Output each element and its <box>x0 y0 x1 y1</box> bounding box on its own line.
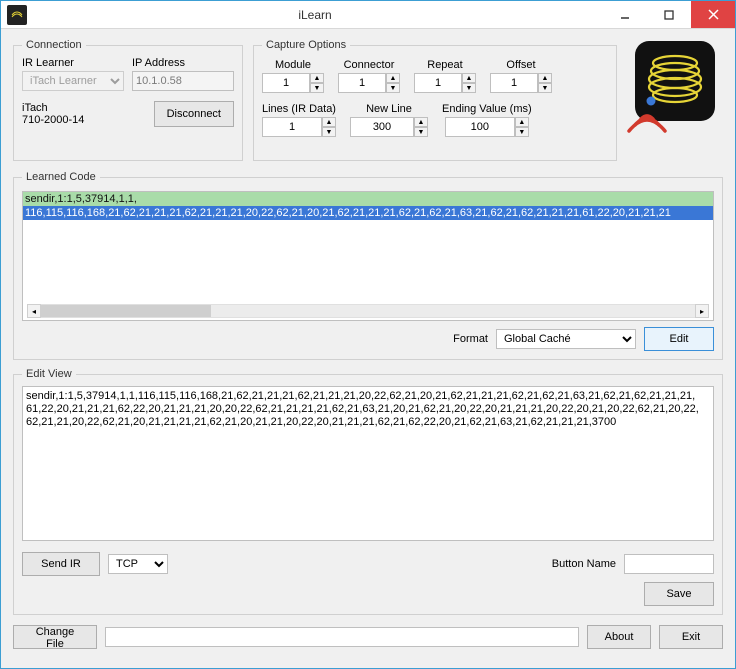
title-bar: iLearn <box>1 1 735 29</box>
chevron-down-icon[interactable]: ▼ <box>322 127 336 137</box>
window-buttons <box>603 1 735 28</box>
chevron-down-icon[interactable]: ▼ <box>310 83 324 93</box>
scroll-right-icon[interactable]: ▸ <box>695 304 709 318</box>
button-name-label: Button Name <box>552 558 616 570</box>
lines-stepper[interactable]: ▲▼ <box>262 117 336 137</box>
change-file-button[interactable]: Change File <box>13 625 97 649</box>
connection-legend: Connection <box>22 39 86 51</box>
edit-view-legend: Edit View <box>22 368 76 380</box>
chevron-up-icon[interactable]: ▲ <box>515 117 529 127</box>
ir-learner-label: IR Learner <box>22 57 124 69</box>
module-stepper[interactable]: ▲▼ <box>262 73 324 93</box>
save-button[interactable]: Save <box>644 582 714 606</box>
repeat-label: Repeat <box>427 59 462 71</box>
button-name-field[interactable] <box>624 554 714 574</box>
chevron-down-icon[interactable]: ▼ <box>538 83 552 93</box>
chevron-down-icon[interactable]: ▼ <box>515 127 529 137</box>
about-button[interactable]: About <box>587 625 651 649</box>
brand-logo <box>627 39 723 135</box>
learned-code-line-2[interactable]: 116,115,116,168,21,62,21,21,21,62,21,21,… <box>23 206 713 220</box>
device-serial: 710-2000-14 <box>22 114 84 126</box>
learned-code-legend: Learned Code <box>22 171 100 183</box>
format-label: Format <box>453 333 488 345</box>
scroll-left-icon[interactable]: ◂ <box>27 304 41 318</box>
chevron-down-icon[interactable]: ▼ <box>414 127 428 137</box>
maximize-button[interactable] <box>647 1 691 28</box>
repeat-stepper[interactable]: ▲▼ <box>414 73 476 93</box>
learned-code-group: Learned Code sendir,1:1,5,37914,1,1, 116… <box>13 171 723 360</box>
client-area: Connection IR Learner iTach Learner IP A… <box>1 29 735 668</box>
newline-stepper[interactable]: ▲▼ <box>350 117 428 137</box>
connector-stepper[interactable]: ▲▼ <box>338 73 400 93</box>
chevron-up-icon[interactable]: ▲ <box>322 117 336 127</box>
chevron-up-icon[interactable]: ▲ <box>414 117 428 127</box>
chevron-up-icon[interactable]: ▲ <box>538 73 552 83</box>
app-window: iLearn Connection IR Learner iTach <box>0 0 736 669</box>
format-select[interactable]: Global Caché <box>496 329 636 349</box>
close-button[interactable] <box>691 1 735 28</box>
chevron-up-icon[interactable]: ▲ <box>310 73 324 83</box>
exit-button[interactable]: Exit <box>659 625 723 649</box>
chevron-down-icon[interactable]: ▼ <box>462 83 476 93</box>
chevron-down-icon[interactable]: ▼ <box>386 83 400 93</box>
ip-address-field[interactable] <box>132 71 234 91</box>
disconnect-button[interactable]: Disconnect <box>154 101 234 127</box>
horizontal-scrollbar[interactable]: ◂ ▸ <box>27 304 709 318</box>
offset-label: Offset <box>506 59 535 71</box>
newline-label: New Line <box>366 103 412 115</box>
learned-code-box[interactable]: sendir,1:1,5,37914,1,1, 116,115,116,168,… <box>22 191 714 321</box>
ir-learner-select[interactable]: iTach Learner <box>22 71 124 91</box>
lines-label: Lines (IR Data) <box>262 103 336 115</box>
connection-group: Connection IR Learner iTach Learner IP A… <box>13 39 243 161</box>
send-ir-button[interactable]: Send IR <box>22 552 100 576</box>
offset-stepper[interactable]: ▲▼ <box>490 73 552 93</box>
module-label: Module <box>275 59 311 71</box>
app-icon <box>7 5 27 25</box>
ending-label: Ending Value (ms) <box>442 103 532 115</box>
edit-button[interactable]: Edit <box>644 327 714 351</box>
edit-view-textarea[interactable]: sendir,1:1,5,37914,1,1,116,115,116,168,2… <box>22 386 714 541</box>
minimize-button[interactable] <box>603 1 647 28</box>
ending-stepper[interactable]: ▲▼ <box>445 117 529 137</box>
chevron-up-icon[interactable]: ▲ <box>462 73 476 83</box>
scroll-track[interactable] <box>41 304 695 318</box>
learned-code-line-1[interactable]: sendir,1:1,5,37914,1,1, <box>23 192 713 206</box>
ip-address-label: IP Address <box>132 57 234 69</box>
protocol-select[interactable]: TCP <box>108 554 168 574</box>
capture-options-group: Capture Options Module ▲▼ Connector ▲▼ R… <box>253 39 617 161</box>
edit-view-group: Edit View sendir,1:1,5,37914,1,1,116,115… <box>13 368 723 615</box>
connector-label: Connector <box>344 59 395 71</box>
file-path-field[interactable] <box>105 627 579 647</box>
device-info: iTach 710-2000-14 <box>22 102 84 126</box>
device-name: iTach <box>22 102 84 114</box>
capture-options-legend: Capture Options <box>262 39 350 51</box>
scroll-thumb[interactable] <box>41 305 211 317</box>
chevron-up-icon[interactable]: ▲ <box>386 73 400 83</box>
window-title: iLearn <box>27 8 603 22</box>
